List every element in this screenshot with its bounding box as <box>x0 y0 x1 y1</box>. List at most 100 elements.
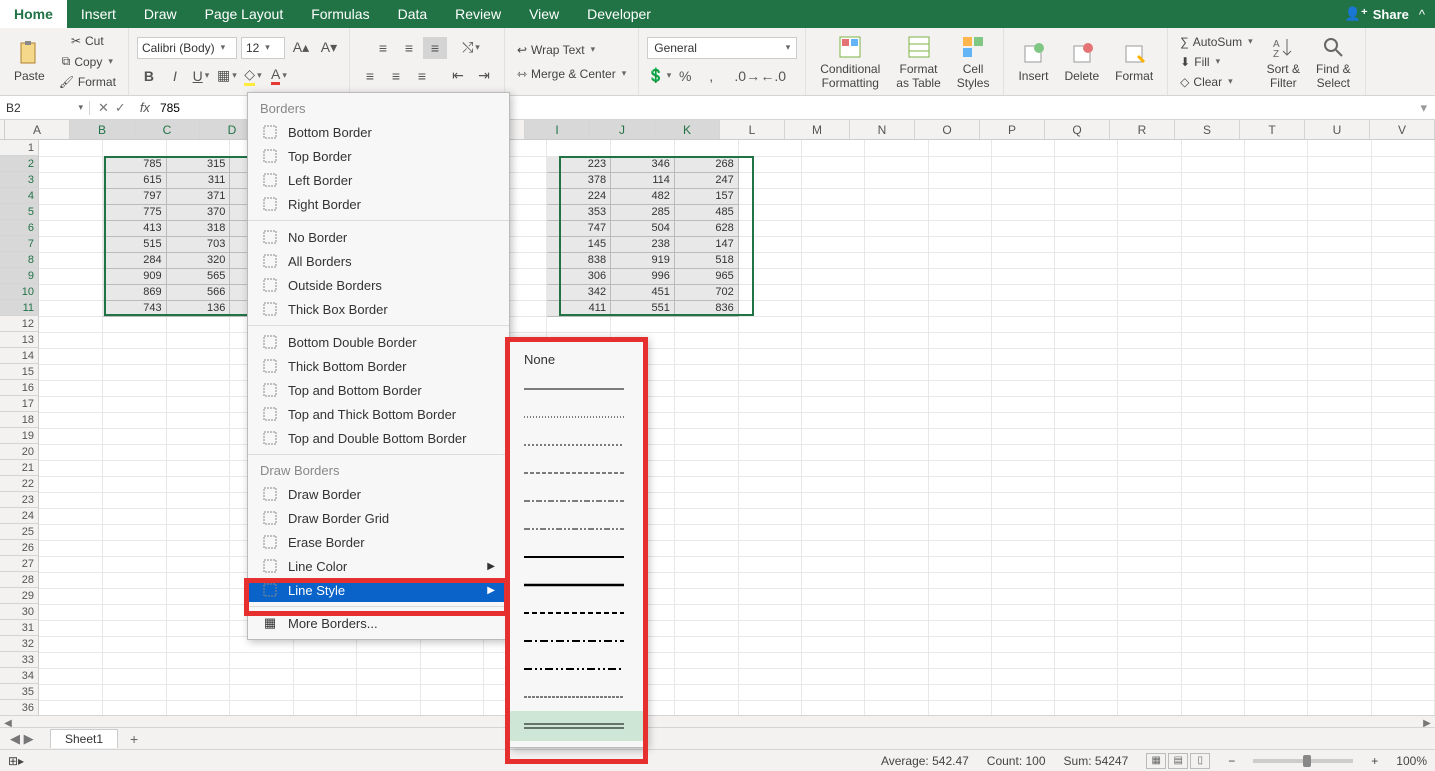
cell-O27[interactable] <box>928 556 991 572</box>
cell-O34[interactable] <box>928 668 991 684</box>
row-header-26[interactable]: 26 <box>0 540 39 556</box>
cell-A31[interactable] <box>39 620 102 636</box>
cell-V7[interactable] <box>1371 236 1434 252</box>
cell-Q20[interactable] <box>1055 444 1118 460</box>
menu-item-all-borders[interactable]: All Borders <box>248 249 509 273</box>
cell-L18[interactable] <box>738 412 801 428</box>
cell-G34[interactable] <box>420 668 483 684</box>
cell-U20[interactable] <box>1308 444 1371 460</box>
cell-N5[interactable] <box>865 204 928 220</box>
cell-N27[interactable] <box>865 556 928 572</box>
cell-U12[interactable] <box>1308 316 1371 332</box>
cell-S1[interactable] <box>1181 140 1244 156</box>
cell-Q1[interactable] <box>1055 140 1118 156</box>
cell-N34[interactable] <box>865 668 928 684</box>
cell-O9[interactable] <box>928 268 991 284</box>
cell-S12[interactable] <box>1181 316 1244 332</box>
cell-S14[interactable] <box>1181 348 1244 364</box>
cell-T7[interactable] <box>1244 236 1307 252</box>
cell-N35[interactable] <box>865 684 928 700</box>
tab-formulas[interactable]: Formulas <box>297 0 383 28</box>
cell-O2[interactable] <box>928 156 991 172</box>
cell-N3[interactable] <box>865 172 928 188</box>
cell-L1[interactable] <box>738 140 801 156</box>
name-box[interactable]: B2▾ <box>0 101 90 115</box>
cell-M14[interactable] <box>801 348 864 364</box>
line-style-option-12[interactable] <box>510 683 646 711</box>
view-page-icon[interactable]: ▤ <box>1168 753 1188 769</box>
cell-C1[interactable] <box>166 140 230 156</box>
cell-A2[interactable] <box>39 156 102 172</box>
cell-S15[interactable] <box>1181 364 1244 380</box>
autosum-button[interactable]: ∑AutoSum▾ <box>1176 33 1256 51</box>
cell-B3[interactable]: 615 <box>102 172 166 188</box>
cell-N22[interactable] <box>865 476 928 492</box>
cell-C26[interactable] <box>166 540 230 556</box>
row-header-15[interactable]: 15 <box>0 364 39 380</box>
cell-V2[interactable] <box>1371 156 1434 172</box>
row-header-30[interactable]: 30 <box>0 604 39 620</box>
cell-B29[interactable] <box>102 588 166 604</box>
cell-T6[interactable] <box>1244 220 1307 236</box>
menu-item-top-and-thick-bottom-border[interactable]: Top and Thick Bottom Border <box>248 402 509 426</box>
cell-S29[interactable] <box>1181 588 1244 604</box>
cell-K24[interactable] <box>674 508 738 524</box>
col-header-I[interactable]: I <box>525 120 590 139</box>
cell-C25[interactable] <box>166 524 230 540</box>
cell-M11[interactable] <box>801 300 864 316</box>
cell-O5[interactable] <box>928 204 991 220</box>
cell-R13[interactable] <box>1118 332 1181 348</box>
cell-U33[interactable] <box>1308 652 1371 668</box>
cell-B31[interactable] <box>102 620 166 636</box>
cell-U21[interactable] <box>1308 460 1371 476</box>
cell-D35[interactable] <box>230 684 294 700</box>
cell-N29[interactable] <box>865 588 928 604</box>
cell-U19[interactable] <box>1308 428 1371 444</box>
cell-P30[interactable] <box>991 604 1054 620</box>
cell-P24[interactable] <box>991 508 1054 524</box>
cell-O10[interactable] <box>928 284 991 300</box>
cell-U24[interactable] <box>1308 508 1371 524</box>
cell-B15[interactable] <box>102 364 166 380</box>
cell-R25[interactable] <box>1118 524 1181 540</box>
cell-L10[interactable] <box>738 284 801 300</box>
cell-I4[interactable]: 224 <box>547 188 611 204</box>
format-as-table-button[interactable]: Format as Table <box>890 29 946 93</box>
font-size-select[interactable]: 12▾ <box>241 37 285 59</box>
line-style-option-4[interactable] <box>510 459 646 487</box>
cell-B34[interactable] <box>102 668 166 684</box>
cell-O18[interactable] <box>928 412 991 428</box>
fill-button[interactable]: ⬇Fill▾ <box>1176 53 1224 71</box>
cell-M33[interactable] <box>801 652 864 668</box>
cell-A11[interactable] <box>39 300 102 316</box>
cell-B21[interactable] <box>102 460 166 476</box>
cell-V20[interactable] <box>1371 444 1434 460</box>
cell-R19[interactable] <box>1118 428 1181 444</box>
cell-S8[interactable] <box>1181 252 1244 268</box>
cell-Q33[interactable] <box>1055 652 1118 668</box>
cell-K3[interactable]: 247 <box>674 172 738 188</box>
cell-L11[interactable] <box>738 300 801 316</box>
cell-M23[interactable] <box>801 492 864 508</box>
cell-C5[interactable]: 370 <box>166 204 230 220</box>
cell-N19[interactable] <box>865 428 928 444</box>
cell-R9[interactable] <box>1118 268 1181 284</box>
cell-V11[interactable] <box>1371 300 1434 316</box>
cell-V18[interactable] <box>1371 412 1434 428</box>
cell-B22[interactable] <box>102 476 166 492</box>
row-header-11[interactable]: 11 <box>0 300 39 316</box>
cell-O28[interactable] <box>928 572 991 588</box>
currency-icon[interactable]: 💲▾ <box>647 65 671 87</box>
cell-M9[interactable] <box>801 268 864 284</box>
cell-R28[interactable] <box>1118 572 1181 588</box>
row-header-34[interactable]: 34 <box>0 668 39 684</box>
decrease-decimal-icon[interactable]: ←.0 <box>761 65 785 87</box>
col-header-A[interactable]: A <box>5 120 70 139</box>
line-style-option-7[interactable] <box>510 543 646 571</box>
menu-item-top-and-bottom-border[interactable]: Top and Bottom Border <box>248 378 509 402</box>
cell-I9[interactable]: 306 <box>547 268 611 284</box>
cell-A23[interactable] <box>39 492 102 508</box>
cell-Q5[interactable] <box>1055 204 1118 220</box>
cell-U26[interactable] <box>1308 540 1371 556</box>
cell-P7[interactable] <box>991 236 1054 252</box>
